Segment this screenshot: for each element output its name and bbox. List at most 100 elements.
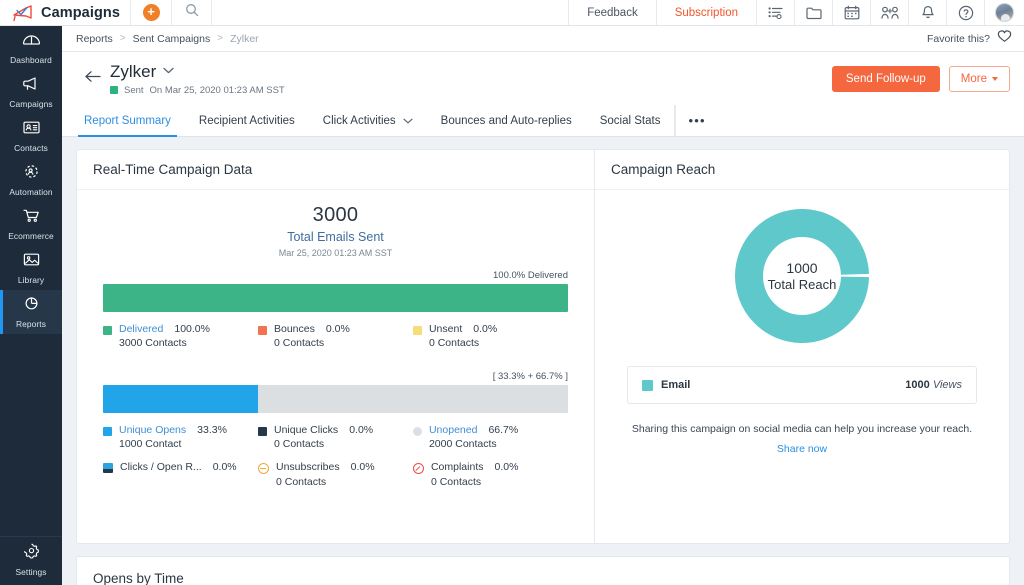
- tab-label: Bounces and Auto-replies: [441, 115, 572, 127]
- sidebar-item-label: Dashboard: [10, 55, 52, 65]
- legend-item-unique-opens: Unique Opens 33.3% 1000 Contact: [103, 424, 258, 450]
- breadcrumb-item-sent-campaigns[interactable]: Sent Campaigns: [133, 33, 211, 45]
- panel-row: Real-Time Campaign Data 3000 Total Email…: [76, 149, 1010, 544]
- opens-bar-segment-unique-opens: [103, 385, 258, 413]
- tab-click-activities[interactable]: Click Activities: [309, 105, 427, 136]
- reach-total-label: Total Reach: [768, 277, 837, 292]
- search-button[interactable]: [172, 0, 212, 25]
- panel-header: Real-Time Campaign Data: [77, 150, 594, 190]
- legend-count-unsent: 0 Contacts: [429, 337, 568, 349]
- calendar-icon[interactable]: [832, 0, 870, 25]
- user-menu[interactable]: [984, 0, 1024, 25]
- add-button[interactable]: +: [130, 0, 172, 25]
- opens-legend-row-1: Unique Opens 33.3% 1000 Contact Unique C…: [103, 424, 568, 450]
- panel-body: 1000 Total Reach Email 1000 Views: [595, 190, 1009, 455]
- top-bar: Campaigns + Feedback Subscription: [0, 0, 1024, 26]
- panel-title: Real-Time Campaign Data: [93, 162, 252, 177]
- sidebar-item-campaigns[interactable]: Campaigns: [0, 70, 62, 114]
- legend-label-delivered[interactable]: Delivered: [119, 323, 163, 335]
- brand-label: Campaigns: [41, 5, 120, 21]
- brand[interactable]: Campaigns: [0, 0, 130, 25]
- chevron-down-icon: [403, 116, 413, 126]
- feedback-button[interactable]: Feedback: [568, 0, 656, 25]
- help-icon[interactable]: [946, 0, 984, 25]
- tasks-icon[interactable]: [756, 0, 794, 25]
- megaphone-icon: [22, 76, 41, 96]
- tab-label: Click Activities: [323, 115, 396, 127]
- notifications-bell-icon[interactable]: [908, 0, 946, 25]
- opens-bar-caption: [ 33.3% + 66.7% ]: [103, 371, 568, 382]
- breadcrumb-separator: >: [217, 33, 223, 44]
- sidebar-item-reports[interactable]: Reports: [0, 290, 62, 334]
- sidebar-item-label: Campaigns: [9, 99, 52, 109]
- opens-by-time-panel: Opens by Time: [76, 556, 1010, 585]
- folder-icon[interactable]: [794, 0, 832, 25]
- legend-label-unique-opens[interactable]: Unique Opens: [119, 424, 186, 436]
- breadcrumb: Reports > Sent Campaigns > Zylker Favori…: [62, 26, 1024, 52]
- total-emails-label[interactable]: Total Emails Sent: [103, 230, 568, 244]
- reach-channel-left: Email: [642, 379, 690, 391]
- legend-value-unsubscribes: 0.0%: [351, 461, 375, 473]
- status-badge: Sent: [124, 85, 144, 96]
- legend-label-unique-clicks: Unique Clicks: [274, 424, 338, 436]
- legend-count-unsubscribes: 0 Contacts: [276, 476, 413, 488]
- sidebar-item-dashboard[interactable]: Dashboard: [0, 26, 62, 70]
- more-button[interactable]: More: [949, 66, 1010, 92]
- breadcrumb-separator: >: [120, 33, 126, 44]
- delivery-legend: Delivered 100.0% 3000 Contacts Bounces 0…: [103, 323, 568, 349]
- reach-donut-center: 1000 Total Reach: [734, 208, 870, 344]
- legend-value-unopened: 66.7%: [488, 424, 518, 436]
- sidebar-item-label: Settings: [15, 567, 46, 577]
- favorite-label: Favorite this?: [927, 33, 990, 45]
- sidebar-item-automation[interactable]: Automation: [0, 158, 62, 202]
- legend-item-bounces: Bounces 0.0% 0 Contacts: [258, 323, 413, 349]
- search-icon: [185, 3, 199, 22]
- status-indicator: [110, 86, 118, 94]
- tab-report-summary[interactable]: Report Summary: [70, 105, 185, 136]
- sidebar-item-library[interactable]: Library: [0, 246, 62, 290]
- tabs-overflow-button[interactable]: •••: [675, 105, 717, 136]
- legend-item-unique-clicks: Unique Clicks 0.0% 0 Contacts: [258, 424, 413, 450]
- heart-icon[interactable]: [997, 29, 1012, 48]
- automation-icon: [22, 164, 41, 184]
- reach-channel-right: 1000 Views: [905, 379, 962, 391]
- legend-value-unsent: 0.0%: [473, 323, 497, 335]
- sidebar-item-contacts[interactable]: Contacts: [0, 114, 62, 158]
- tab-recipient-activities[interactable]: Recipient Activities: [185, 105, 309, 136]
- campaign-header: Zylker Sent On Mar 25, 2020 01:23 AM SST…: [62, 52, 1024, 105]
- sidebar-item-ecommerce[interactable]: Ecommerce: [0, 202, 62, 246]
- users-icon[interactable]: [870, 0, 908, 25]
- unsubscribe-icon: [258, 463, 269, 474]
- back-button[interactable]: [78, 70, 106, 88]
- chevron-down-icon[interactable]: [163, 66, 174, 77]
- content-area: Real-Time Campaign Data 3000 Total Email…: [62, 137, 1024, 585]
- legend-count-complaints: 0 Contacts: [431, 476, 568, 488]
- tab-label: Social Stats: [600, 115, 661, 127]
- tab-social-stats[interactable]: Social Stats: [586, 105, 676, 136]
- panel-body: 3000 Total Emails Sent Mar 25, 2020 01:2…: [77, 190, 594, 488]
- send-follow-up-button[interactable]: Send Follow-up: [832, 66, 940, 92]
- delivery-bar-caption: 100.0% Delivered: [103, 270, 568, 281]
- app-root: Campaigns + Feedback Subscription: [0, 0, 1024, 585]
- tab-label: Report Summary: [84, 115, 171, 127]
- panel-title: Campaign Reach: [611, 162, 715, 177]
- legend-swatch-unsent: [413, 326, 422, 335]
- tab-bounces-and-auto-replies[interactable]: Bounces and Auto-replies: [427, 105, 586, 136]
- legend-value-clicks-open-rate: 0.0%: [213, 461, 237, 473]
- caret-down-icon: [992, 77, 998, 81]
- legend-label-unopened[interactable]: Unopened: [429, 424, 477, 436]
- sidebar: Dashboard Campaigns Contacts Automation …: [0, 26, 62, 585]
- dashboard-icon: [22, 32, 41, 52]
- legend-value-unique-clicks: 0.0%: [349, 424, 373, 436]
- delivery-bar-chart: [103, 284, 568, 312]
- reach-donut-chart: 1000 Total Reach: [734, 208, 870, 344]
- favorite-control[interactable]: Favorite this?: [927, 29, 1012, 48]
- campaign-title-row[interactable]: Zylker: [110, 62, 285, 82]
- reach-channel-row: Email 1000 Views: [627, 366, 977, 404]
- sidebar-item-settings[interactable]: Settings: [0, 537, 62, 581]
- reach-channel-value: 1000: [905, 379, 929, 391]
- breadcrumb-item-reports[interactable]: Reports: [76, 33, 113, 45]
- subscription-button[interactable]: Subscription: [656, 0, 756, 25]
- panel-title: Opens by Time: [93, 571, 184, 585]
- share-now-link[interactable]: Share now: [617, 443, 987, 455]
